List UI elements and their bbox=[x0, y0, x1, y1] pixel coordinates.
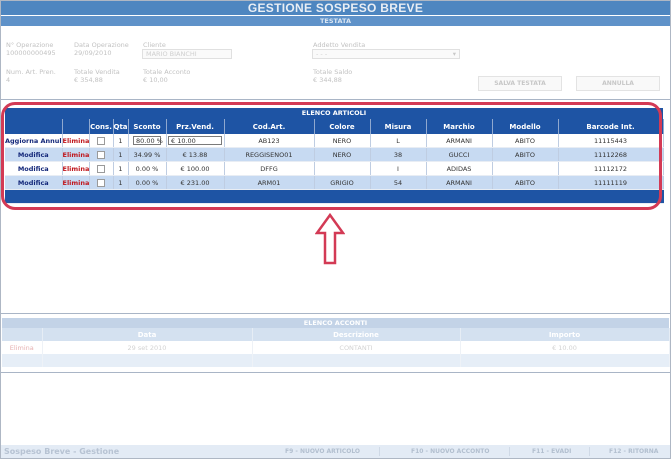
separator bbox=[379, 447, 380, 456]
f9-nuovo-articolo-button[interactable]: F9 - NUOVO ARTICOLO bbox=[285, 445, 360, 458]
acc-data-cell: 29 set 2010 bbox=[42, 341, 253, 354]
totale-saldo-label: Totale Saldo bbox=[313, 68, 353, 76]
data-operazione-label: Data Operazione bbox=[74, 41, 129, 49]
col-acc-data: Data bbox=[42, 328, 253, 341]
totale-vendita-field: Totale Vendita € 354,88 bbox=[74, 68, 120, 84]
separator bbox=[509, 447, 510, 456]
totale-vendita-label: Totale Vendita bbox=[74, 68, 120, 76]
totale-acconto-value: € 10,00 bbox=[143, 76, 168, 84]
cliente-label: Cliente bbox=[143, 41, 166, 49]
f10-nuovo-acconto-button[interactable]: F10 - NUOVO ACCONTO bbox=[411, 445, 489, 458]
num-art-field: Num. Art. Pren. 4 bbox=[6, 68, 56, 84]
elenco-acconti-header: ELENCO ACCONTI bbox=[2, 318, 669, 328]
f11-evadi-button[interactable]: F11 - EVADI bbox=[532, 445, 571, 458]
salva-testata-button[interactable]: SALVA TESTATA bbox=[478, 76, 562, 91]
table-row: Elimina 29 set 2010 CONTANTI € 10.00 bbox=[2, 341, 670, 354]
f12-ritorna-button[interactable]: F12 - RITORNA bbox=[609, 445, 658, 458]
totale-acconto-field: Totale Acconto € 10,00 bbox=[143, 68, 190, 84]
table-footer-row bbox=[2, 354, 670, 367]
col-acc-importo: Importo bbox=[460, 328, 670, 341]
bottom-bar: Sospeso Breve - Gestione F9 - NUOVO ARTI… bbox=[1, 445, 670, 458]
acc-importo-cell: € 10.00 bbox=[460, 341, 670, 354]
testata-header: TESTATA bbox=[1, 16, 670, 26]
data-operazione-value: 29/09/2010 bbox=[74, 49, 112, 57]
addetto-label: Addetto Vendita bbox=[313, 41, 366, 49]
bottom-title: Sospeso Breve - Gestione bbox=[4, 447, 120, 456]
operazione-field: N° Operazione 100000000495 bbox=[6, 41, 56, 57]
page-title: GESTIONE SOSPESO BREVE bbox=[1, 1, 670, 15]
section-divider bbox=[1, 313, 670, 314]
highlight-rectangle bbox=[1, 102, 662, 210]
data-operazione-field: Data Operazione 29/09/2010 bbox=[74, 41, 129, 57]
section-divider bbox=[1, 99, 670, 100]
separator bbox=[589, 447, 590, 456]
totale-vendita-value: € 354,88 bbox=[74, 76, 103, 84]
acconti-header-row: Data Descrizione Importo bbox=[2, 328, 670, 341]
addetto-select-value: - - - bbox=[316, 50, 328, 58]
col-acc-descrizione: Descrizione bbox=[252, 328, 461, 341]
totale-acconto-label: Totale Acconto bbox=[143, 68, 191, 76]
section-divider bbox=[1, 372, 670, 373]
totale-saldo-value: € 344,88 bbox=[313, 76, 342, 84]
num-art-label: Num. Art. Pren. bbox=[6, 68, 56, 76]
operazione-label: N° Operazione bbox=[6, 41, 54, 49]
operazione-value: 100000000495 bbox=[6, 49, 56, 57]
acc-descrizione-cell: CONTANTI bbox=[252, 341, 461, 354]
up-arrow-icon bbox=[315, 213, 345, 265]
annulla-button[interactable]: ANNULLA bbox=[576, 76, 660, 91]
cliente-input[interactable]: MARIO BIANCHI bbox=[142, 49, 232, 59]
addetto-select[interactable]: - - - ▾ bbox=[312, 49, 460, 59]
acconti-table: Data Descrizione Importo Elimina 29 set … bbox=[2, 328, 670, 367]
dropdown-arrow-icon: ▾ bbox=[452, 50, 456, 58]
totale-saldo-field: Totale Saldo € 344,88 bbox=[313, 68, 352, 84]
col-acc-action bbox=[2, 328, 43, 341]
elimina-acconto-link[interactable]: Elimina bbox=[2, 341, 43, 354]
num-art-value: 4 bbox=[6, 76, 11, 84]
